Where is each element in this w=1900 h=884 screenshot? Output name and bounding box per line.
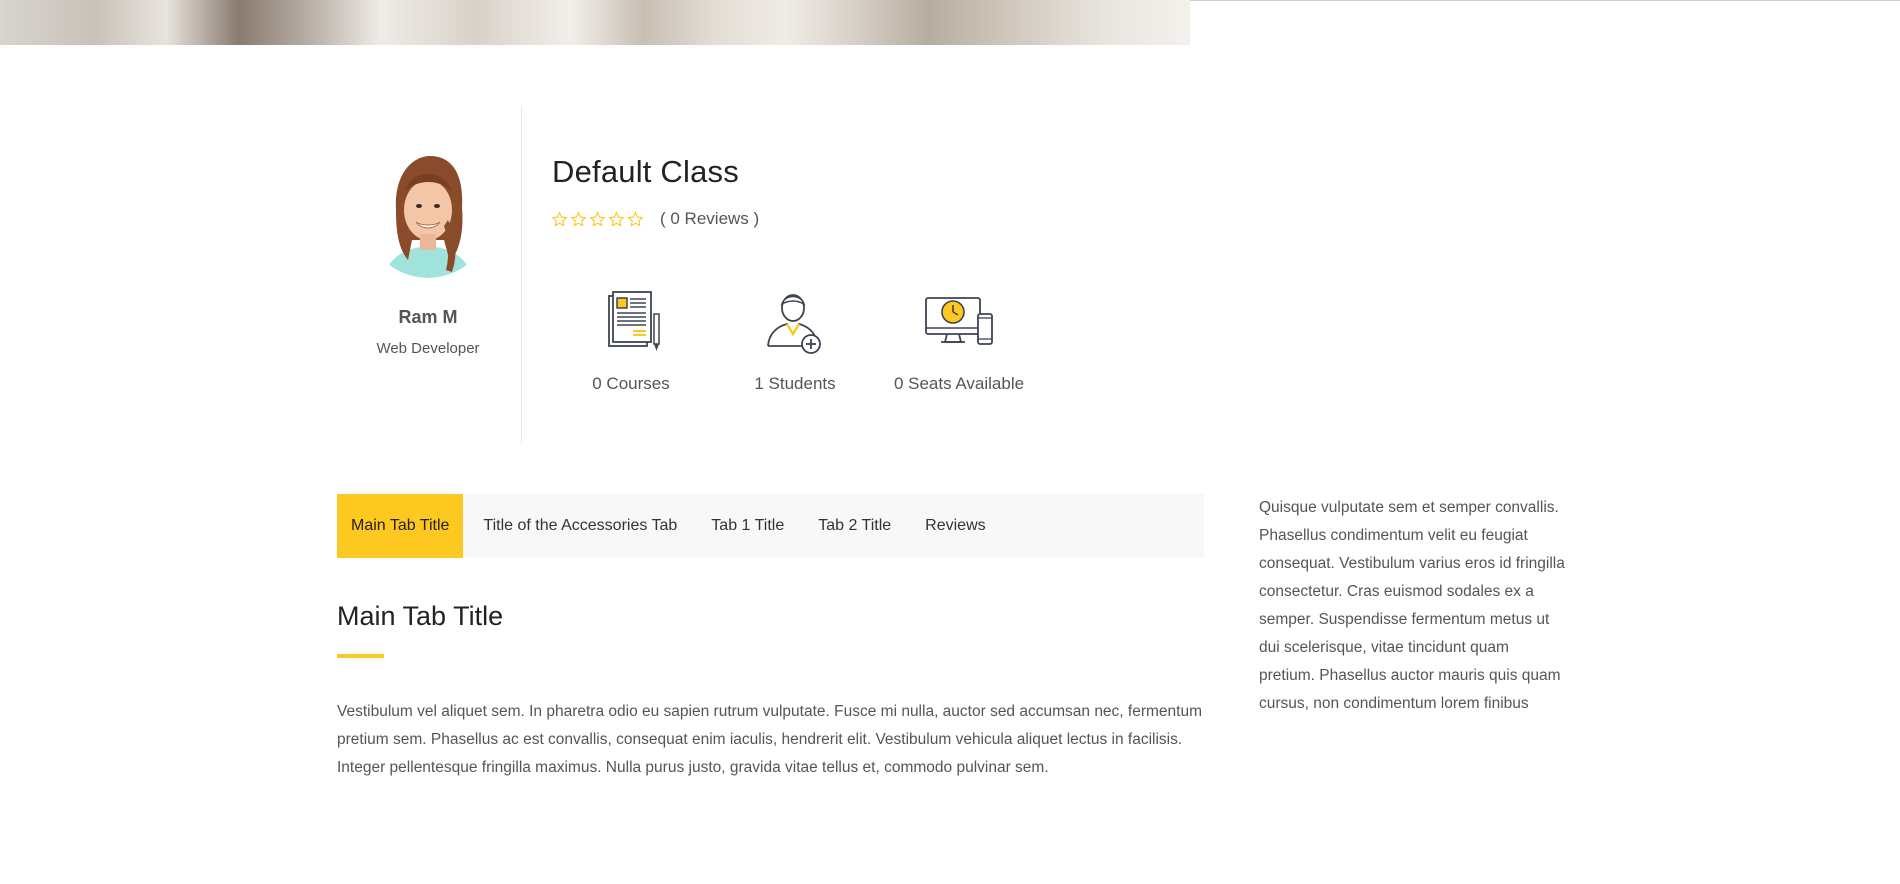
- star-empty-icon: [551, 210, 568, 227]
- title-underline: [337, 654, 384, 658]
- course-tabs: Main Tab Title Title of the Accessories …: [337, 494, 1204, 558]
- course-title: Default Class: [552, 154, 739, 189]
- tab-accessories[interactable]: Title of the Accessories Tab: [469, 494, 691, 558]
- tab-reviews[interactable]: Reviews: [911, 494, 999, 558]
- stat-seats-label: 0 Seats Available: [893, 374, 1025, 393]
- add-student-icon: [767, 294, 821, 354]
- tab-1[interactable]: Tab 1 Title: [697, 494, 798, 558]
- tab-2[interactable]: Tab 2 Title: [804, 494, 905, 558]
- header-divider: [1190, 0, 1900, 1]
- review-count[interactable]: ( 0 Reviews ): [660, 209, 759, 229]
- star-empty-icon: [608, 210, 625, 227]
- stat-students: 1 Students: [715, 290, 875, 394]
- course-rating[interactable]: ( 0 Reviews ): [551, 209, 759, 229]
- stat-courses-label: 0 Courses: [592, 374, 670, 393]
- star-empty-icon: [589, 210, 606, 227]
- avatar-photo: [364, 150, 492, 278]
- instructor-name[interactable]: Ram M: [328, 307, 528, 328]
- stat-students-label: 1 Students: [754, 374, 836, 393]
- tab-panel-title: Main Tab Title: [337, 601, 504, 631]
- instructor-role: Web Developer: [376, 340, 480, 357]
- star-empty-icon: [627, 210, 644, 227]
- star-empty-icon: [570, 210, 587, 227]
- stat-courses: 0 Courses: [551, 290, 711, 394]
- stat-seats: 0 Seats Available: [879, 290, 1039, 394]
- tab-panel-body: Vestibulum vel aliquet sem. In pharetra …: [337, 703, 1202, 776]
- hero-banner-image: [0, 0, 1190, 45]
- sidebar-text: Quisque vulputate sem et semper convalli…: [1259, 499, 1565, 712]
- devices-clock-icon: [925, 297, 993, 345]
- document-pencil-icon: [608, 291, 660, 351]
- instructor-avatar[interactable]: [364, 150, 492, 278]
- profile-divider: [521, 106, 522, 444]
- tab-main[interactable]: Main Tab Title: [337, 494, 464, 558]
